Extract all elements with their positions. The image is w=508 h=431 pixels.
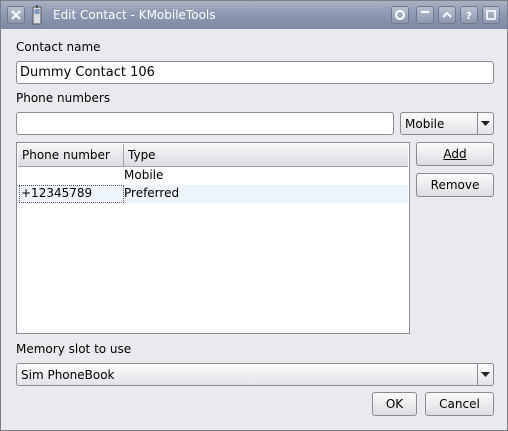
column-header-type[interactable]: Type — [124, 144, 408, 166]
type-cell: Mobile — [124, 168, 164, 182]
phone-number-input[interactable] — [16, 112, 394, 135]
remove-button-label: Remove — [430, 178, 480, 192]
ok-button[interactable]: OK — [372, 392, 417, 416]
maximize-icon[interactable] — [482, 6, 500, 24]
column-header-phone-number[interactable]: Phone number — [18, 144, 124, 166]
minimize-icon[interactable] — [416, 6, 434, 24]
phone-type-selected: Mobile — [405, 117, 445, 131]
window-title: Edit Contact - KMobileTools — [53, 8, 216, 22]
svg-text:?: ? — [466, 11, 472, 21]
memory-slot-selected: Sim PhoneBook — [21, 368, 115, 382]
add-button[interactable]: Add — [416, 142, 494, 166]
memory-slot-select[interactable]: Sim PhoneBook — [16, 363, 494, 386]
title-bar[interactable]: Edit Contact - KMobileTools ? — [1, 1, 507, 29]
contact-name-field[interactable]: Dummy Contact 106 — [16, 61, 494, 84]
contact-name-value: Dummy Contact 106 — [20, 65, 155, 80]
chevron-down-icon[interactable] — [477, 364, 493, 385]
phone-numbers-label: Phone numbers — [16, 91, 111, 105]
phone-numbers-list[interactable]: Phone number Type Mobile +12345789 Prefe… — [16, 142, 410, 334]
contact-name-label: Contact name — [16, 40, 101, 54]
help-icon[interactable]: ? — [460, 6, 478, 24]
type-cell: Preferred — [124, 186, 180, 200]
phone-app-icon — [32, 5, 42, 25]
phone-number-cell: +12345789 — [19, 185, 124, 203]
menu-icon[interactable] — [391, 6, 409, 24]
list-header: Phone number Type — [18, 144, 408, 167]
add-button-label: Add — [443, 147, 467, 161]
remove-button[interactable]: Remove — [416, 173, 494, 197]
phone-type-select[interactable]: Mobile — [400, 112, 494, 135]
shade-icon[interactable] — [438, 6, 456, 24]
table-row[interactable]: +12345789 Preferred — [18, 185, 408, 203]
cancel-button[interactable]: Cancel — [425, 392, 494, 416]
edit-contact-dialog: Edit Contact - KMobileTools ? Contact na… — [0, 0, 508, 431]
close-icon[interactable] — [7, 6, 25, 24]
chevron-down-icon[interactable] — [477, 113, 493, 134]
table-row[interactable]: Mobile — [18, 167, 408, 185]
memory-slot-label: Memory slot to use — [16, 342, 132, 356]
cancel-button-label: Cancel — [439, 397, 480, 411]
ok-button-label: OK — [385, 397, 404, 411]
